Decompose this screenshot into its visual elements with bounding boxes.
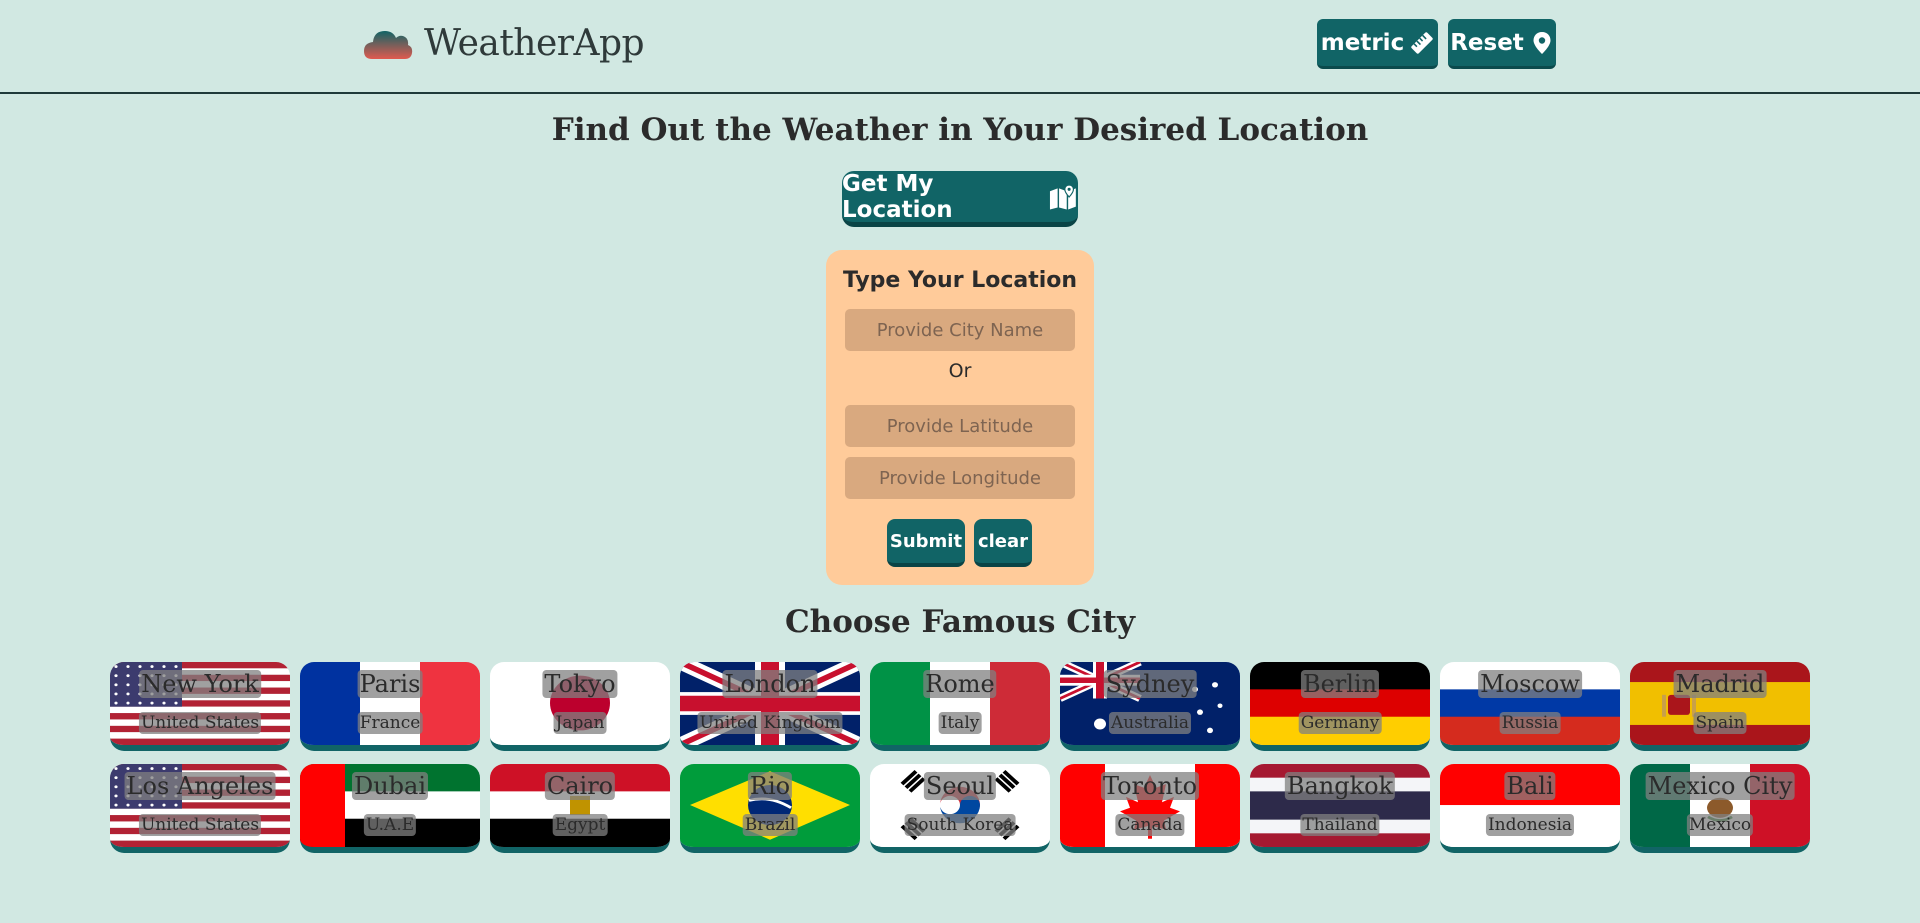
city-card[interactable]: Toronto Canada bbox=[1060, 764, 1240, 853]
country-name: United States bbox=[138, 814, 262, 836]
country-name: Russia bbox=[1499, 712, 1561, 734]
city-name: Los Angeles bbox=[124, 772, 276, 800]
city-card[interactable]: Seoul South Korea bbox=[870, 764, 1050, 853]
country-name: Canada bbox=[1115, 814, 1185, 836]
app-title: WeatherApp bbox=[424, 22, 645, 64]
city-card[interactable]: Bangkok Thailand bbox=[1250, 764, 1430, 853]
city-name: Tokyo bbox=[542, 670, 618, 698]
country-name: Germany bbox=[1298, 712, 1382, 734]
latitude-input[interactable] bbox=[845, 405, 1075, 447]
city-name: Bali bbox=[1504, 772, 1556, 800]
city-card[interactable]: Moscow Russia bbox=[1440, 662, 1620, 751]
famous-cities-grid: New York United States Paris France Tokyo Jap… bbox=[110, 662, 1810, 853]
reset-label: Reset bbox=[1450, 29, 1524, 56]
city-card[interactable]: London United Kingdom bbox=[680, 662, 860, 751]
city-card[interactable]: Mexico City Mexico bbox=[1630, 764, 1810, 853]
city-name-input[interactable] bbox=[845, 309, 1075, 351]
city-name: Dubai bbox=[351, 772, 429, 800]
city-name: Moscow bbox=[1478, 670, 1582, 698]
city-card[interactable]: Madrid Spain bbox=[1630, 662, 1810, 751]
city-card[interactable]: Tokyo Japan bbox=[490, 662, 670, 751]
cloud-icon bbox=[364, 31, 413, 59]
country-name: United Kingdom bbox=[697, 712, 843, 734]
unit-toggle-label: metric bbox=[1320, 29, 1405, 56]
form-title: Type Your Location bbox=[842, 268, 1078, 293]
reset-button[interactable]: Reset bbox=[1448, 19, 1556, 69]
city-name: Rome bbox=[923, 670, 997, 698]
city-card[interactable]: Paris France bbox=[300, 662, 480, 751]
city-card[interactable]: Cairo Egypt bbox=[490, 764, 670, 853]
city-name: London bbox=[722, 670, 818, 698]
city-card[interactable]: Berlin Germany bbox=[1250, 662, 1430, 751]
country-name: Thailand bbox=[1300, 814, 1380, 836]
city-name: New York bbox=[139, 670, 261, 698]
city-card[interactable]: Rio Brazil bbox=[680, 764, 860, 853]
country-name: Egypt bbox=[552, 814, 608, 836]
clear-button[interactable]: clear bbox=[974, 519, 1032, 567]
city-name: Seoul bbox=[923, 772, 997, 800]
country-name: South Korea bbox=[904, 814, 1016, 836]
submit-button[interactable]: Submit bbox=[887, 519, 965, 567]
map-pin-icon bbox=[1533, 31, 1551, 54]
country-name: Italy bbox=[938, 712, 982, 734]
country-name: Brazil bbox=[742, 814, 798, 836]
country-name: Japan bbox=[553, 712, 607, 734]
ruler-icon bbox=[1411, 31, 1433, 54]
city-name: Toronto bbox=[1100, 772, 1200, 800]
city-name: Sydney bbox=[1103, 670, 1197, 698]
get-my-location-button[interactable]: Get My Location bbox=[842, 171, 1078, 227]
country-name: Australia bbox=[1108, 712, 1192, 734]
city-name: Mexico City bbox=[1645, 772, 1795, 800]
get-my-location-label: Get My Location bbox=[842, 170, 953, 223]
city-card[interactable]: Los Angeles United States bbox=[110, 764, 290, 853]
country-name: U.A.E bbox=[363, 814, 417, 836]
country-name: Indonesia bbox=[1485, 814, 1575, 836]
city-name: Cairo bbox=[544, 772, 616, 800]
country-name: Mexico bbox=[1686, 814, 1754, 836]
city-name: Madrid bbox=[1673, 670, 1767, 698]
brand[interactable]: WeatherApp bbox=[362, 18, 645, 68]
country-name: France bbox=[357, 712, 423, 734]
location-form: Type Your Location Or Submit clear bbox=[826, 250, 1094, 585]
city-card[interactable]: Rome Italy bbox=[870, 662, 1050, 751]
app-header: WeatherApp metric Reset bbox=[0, 0, 1920, 94]
unit-toggle-button[interactable]: metric bbox=[1317, 19, 1438, 69]
city-name: Berlin bbox=[1300, 670, 1380, 698]
famous-cities-title: Choose Famous City bbox=[785, 604, 1135, 640]
country-name: United States bbox=[138, 712, 262, 734]
city-name: Bangkok bbox=[1284, 772, 1396, 800]
city-name: Rio bbox=[747, 772, 793, 800]
or-label: Or bbox=[948, 360, 972, 382]
city-card[interactable]: Bali Indonesia bbox=[1440, 764, 1620, 853]
city-card[interactable]: Dubai U.A.E bbox=[300, 764, 480, 853]
city-card[interactable]: New York United States bbox=[110, 662, 290, 751]
page-title: Find Out the Weather in Your Desired Loc… bbox=[551, 112, 1369, 148]
map-location-icon bbox=[1050, 183, 1077, 209]
city-card[interactable]: Sydney Australia bbox=[1060, 662, 1240, 751]
city-name: Paris bbox=[357, 670, 423, 698]
country-name: Spain bbox=[1693, 712, 1747, 734]
longitude-input[interactable] bbox=[845, 457, 1075, 499]
